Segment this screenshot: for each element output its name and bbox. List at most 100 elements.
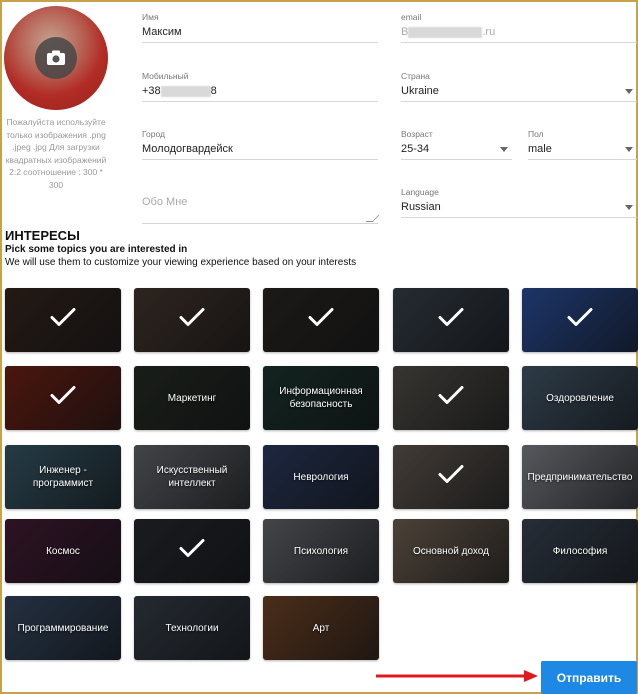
country-label: Страна: [401, 71, 430, 81]
tile-label: Философия: [552, 545, 608, 557]
interest-tile[interactable]: Психология: [263, 519, 379, 583]
interest-tile[interactable]: Оздоровление: [522, 366, 638, 430]
gender-underline: [528, 159, 637, 160]
tile-label: Неврология: [293, 471, 349, 483]
interest-tile[interactable]: Искусственный интеллект: [134, 445, 250, 509]
chevron-down-icon: [625, 205, 633, 210]
country-value: Ukraine: [401, 85, 439, 97]
name-value[interactable]: Максим: [142, 26, 378, 42]
tile-label: Программирование: [17, 622, 109, 634]
profile-avatar[interactable]: [4, 6, 108, 110]
mobile-suffix: 8: [210, 85, 217, 97]
language-underline: [401, 217, 637, 218]
city-underline: [142, 159, 378, 160]
interest-tile[interactable]: Предпринимательство: [522, 445, 638, 509]
checkmark-icon: [567, 308, 593, 333]
email-redacted: [408, 26, 483, 38]
interest-tile[interactable]: Технологии: [134, 596, 250, 660]
tile-label: Психология: [293, 545, 349, 557]
checkmark-icon: [438, 386, 464, 411]
age-value: 25-34: [401, 143, 430, 155]
interest-tile[interactable]: [5, 366, 121, 430]
upload-hint: Пожалуйста используйте только изображени…: [5, 117, 107, 190]
checkmark-icon: [308, 308, 334, 333]
tile-label: Оздоровление: [546, 392, 614, 404]
arrow-right-icon: [376, 670, 538, 682]
tile-label: Искусственный интеллект: [156, 465, 228, 489]
chevron-down-icon: [500, 147, 508, 152]
checkmark-icon: [438, 465, 464, 490]
mobile-value[interactable]: +38 8: [142, 85, 378, 101]
about-underline: [142, 223, 378, 224]
about-placeholder: Обо Мне: [142, 196, 188, 208]
interest-tile[interactable]: Космос: [5, 519, 121, 583]
mobile-field[interactable]: Мобильный +38 8: [142, 71, 378, 102]
city-value[interactable]: Молодогвардейск: [142, 143, 378, 159]
language-select[interactable]: Language Russian: [401, 187, 637, 218]
gender-label: Пол: [528, 129, 544, 139]
interest-tile[interactable]: [522, 288, 638, 352]
interest-tile[interactable]: Информационная безопасность: [263, 366, 379, 430]
age-select[interactable]: Возраст 25-34: [401, 129, 512, 160]
interest-tile[interactable]: Неврология: [263, 445, 379, 509]
name-label: Имя: [142, 12, 159, 22]
name-field[interactable]: Имя Максим: [142, 12, 378, 43]
tile-label: Предпринимательство: [527, 471, 633, 483]
interest-tile[interactable]: Арт: [263, 596, 379, 660]
interest-tile[interactable]: [393, 445, 509, 509]
country-select[interactable]: Страна Ukraine: [401, 71, 637, 102]
city-field[interactable]: Город Молодогвардейск: [142, 129, 378, 160]
camera-icon[interactable]: [35, 37, 77, 79]
interest-tile[interactable]: [134, 519, 250, 583]
checkmark-icon: [179, 539, 205, 564]
age-underline: [401, 159, 512, 160]
gender-select[interactable]: Пол male: [528, 129, 637, 160]
checkmark-icon: [50, 386, 76, 411]
interest-tile[interactable]: [263, 288, 379, 352]
email-underline: [401, 42, 637, 43]
mobile-redacted: [160, 85, 211, 97]
checkmark-icon: [50, 308, 76, 333]
interest-tile[interactable]: Основной доход: [393, 519, 509, 583]
interest-tile[interactable]: [134, 288, 250, 352]
tile-label: Инженер - программист: [32, 465, 94, 489]
gender-value: male: [528, 143, 552, 155]
chevron-down-icon: [625, 147, 633, 152]
city-label: Город: [142, 129, 165, 139]
language-label: Language: [401, 187, 439, 197]
tile-label: Основной доход: [413, 545, 489, 557]
tile-label: Космос: [46, 545, 80, 557]
name-underline: [142, 42, 378, 43]
tile-label: Арт: [312, 622, 330, 634]
interest-tile[interactable]: Философия: [522, 519, 638, 583]
mobile-underline: [142, 101, 378, 102]
language-value: Russian: [401, 201, 441, 213]
submit-button[interactable]: Отправить: [541, 661, 637, 694]
interests-subtitle: Pick some topics you are interested in: [5, 244, 188, 255]
email-prefix: B: [401, 26, 409, 38]
interest-tile[interactable]: [393, 288, 509, 352]
interests-title: ИНТЕРЕСЫ: [5, 228, 80, 243]
tile-label: Маркетинг: [167, 392, 217, 404]
email-value[interactable]: B .ru: [401, 26, 637, 42]
chevron-down-icon: [625, 89, 633, 94]
interest-tile[interactable]: [393, 366, 509, 430]
checkmark-icon: [438, 308, 464, 333]
interest-tile[interactable]: Маркетинг: [134, 366, 250, 430]
interest-tile[interactable]: [5, 288, 121, 352]
mobile-label: Мобильный: [142, 71, 189, 81]
mobile-prefix: +38: [142, 85, 161, 97]
email-label: email: [401, 12, 422, 22]
age-label: Возраст: [401, 129, 433, 139]
tile-label: Информационная безопасность: [279, 386, 363, 410]
country-underline: [401, 101, 637, 102]
interest-tile[interactable]: Инженер - программист: [5, 445, 121, 509]
checkmark-icon: [179, 308, 205, 333]
interest-tile[interactable]: Программирование: [5, 596, 121, 660]
about-textarea[interactable]: Обо Мне: [142, 192, 380, 224]
interests-description: We will use them to customize your viewi…: [5, 257, 357, 268]
email-field[interactable]: email B .ru: [401, 12, 637, 43]
tile-label: Технологии: [165, 622, 219, 634]
resize-handle-icon[interactable]: [365, 215, 380, 222]
email-suffix: .ru: [482, 26, 496, 38]
